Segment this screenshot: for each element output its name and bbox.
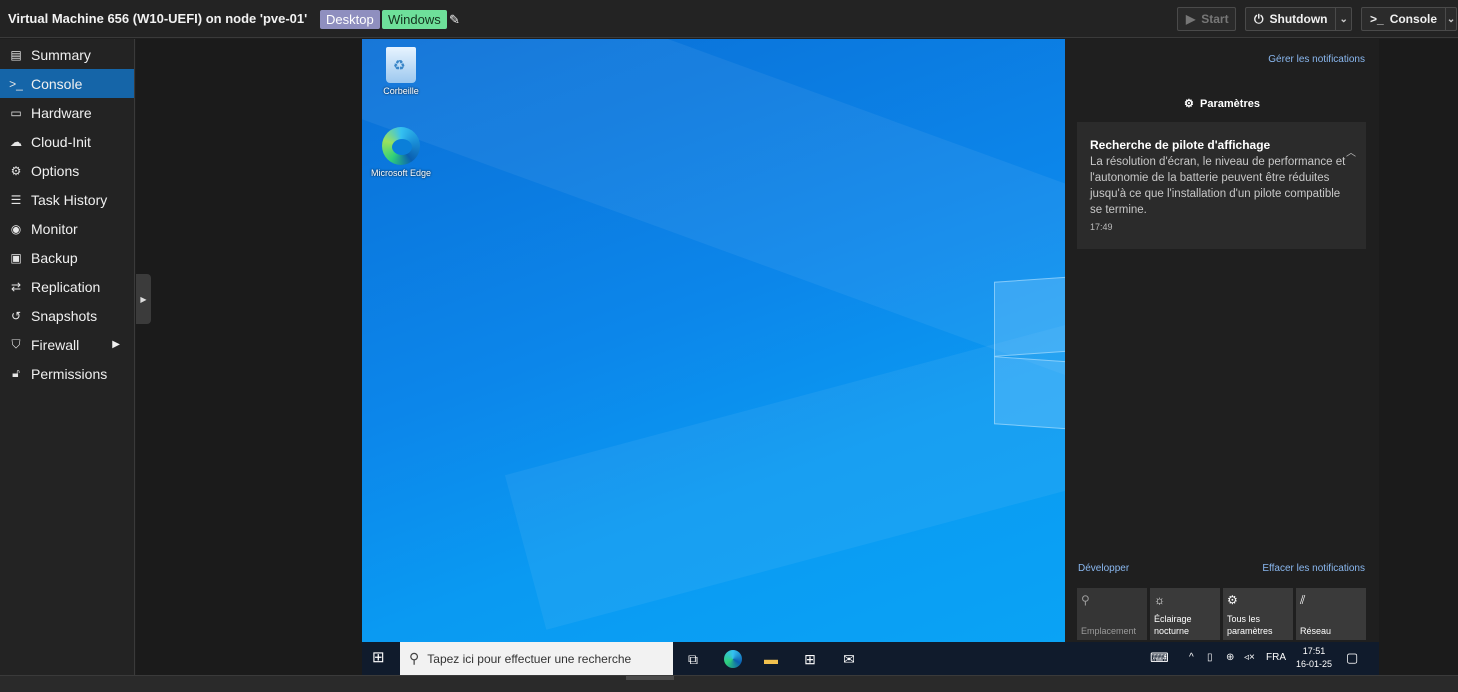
task-view-icon[interactable]: ⧉: [682, 648, 704, 670]
notification-center-icon[interactable]: ▢: [1346, 650, 1358, 666]
logo-pane: [994, 356, 1065, 430]
shutdown-button[interactable]: ⏻ Shutdown ⌄: [1245, 7, 1352, 31]
shield-icon: ⛉: [11, 337, 21, 351]
windows-taskbar: ⊞ ⚲ Tapez ici pour effectuer une recherc…: [362, 642, 1379, 675]
search-icon: ⚲: [409, 650, 420, 666]
edge-icon: [382, 127, 420, 165]
action-center: Gérer les notifications ⚙ Paramètres Rec…: [1065, 39, 1379, 642]
notification-body: La résolution d'écran, le niveau de perf…: [1090, 156, 1346, 216]
console-button[interactable]: >_ Console ⌄: [1361, 7, 1457, 31]
quick-action-location[interactable]: ⚲ Emplacement: [1077, 588, 1147, 640]
sidebar-item-console[interactable]: >_ Console: [0, 69, 134, 98]
play-icon: ▶: [1186, 12, 1196, 26]
device-icon[interactable]: ▯: [1207, 652, 1213, 663]
store-icon[interactable]: ⊞: [799, 648, 821, 670]
globe-icon[interactable]: ⊕: [1226, 652, 1234, 663]
sidebar: ▤ Summary >_ Console ▭ Hardware ☁ Cloud-Init…: [0, 39, 135, 675]
monitor-icon: ▭: [10, 105, 22, 120]
file-explorer-icon[interactable]: ▬: [760, 648, 782, 670]
collapse-handle[interactable]: ▶: [136, 274, 151, 324]
vm-console-screen[interactable]: Corbeille Microsoft Edge Gérer les notif…: [362, 39, 1379, 675]
quick-action-network[interactable]: ⫽ Réseau: [1296, 588, 1366, 640]
edit-tags-icon[interactable]: ✎: [449, 12, 463, 27]
eye-icon: ◉: [10, 221, 22, 236]
recycle-bin-icon: [386, 47, 416, 83]
expand-link[interactable]: Développer: [1078, 563, 1129, 574]
sidebar-item-snapshots[interactable]: ↺ Snapshots: [0, 301, 134, 330]
network-icon: ⫽: [1300, 593, 1306, 607]
sidebar-item-hardware[interactable]: ▭ Hardware: [0, 98, 134, 127]
sidebar-item-options[interactable]: ⚙ Options: [0, 156, 134, 185]
windows-start-icon[interactable]: ⊞: [372, 650, 388, 666]
location-icon: ⚲: [1081, 593, 1090, 607]
floppy-icon: ▣: [10, 250, 22, 265]
sidebar-item-backup[interactable]: ▣ Backup: [0, 243, 134, 272]
retweet-icon: ⇄: [10, 279, 22, 294]
quick-action-night-light[interactable]: ☼ Éclairage nocturne: [1150, 588, 1220, 640]
history-icon: ↺: [10, 308, 22, 323]
notification-time: 17:49: [1090, 222, 1113, 232]
sidebar-item-permissions[interactable]: 🔓︎ Permissions: [0, 359, 134, 388]
page-title: Virtual Machine 656 (W10-UEFI) on node '…: [8, 11, 308, 26]
edge-taskbar-icon[interactable]: [722, 648, 744, 670]
book-icon: ▤: [10, 47, 22, 62]
taskbar-search-input[interactable]: ⚲ Tapez ici pour effectuer une recherche: [400, 642, 673, 675]
notification-group-title: ⚙ Paramètres: [1184, 98, 1260, 110]
quick-action-settings[interactable]: ⚙ Tous les paramètres: [1223, 588, 1293, 640]
caret-right-icon: ▶: [112, 339, 120, 350]
unlock-icon: 🔓︎: [12, 366, 20, 380]
taskbar-clock[interactable]: 17:51 16-01-25: [1292, 645, 1336, 671]
gear-icon: ⚙: [1184, 98, 1194, 110]
sidebar-item-monitor[interactable]: ◉ Monitor: [0, 214, 134, 243]
console-padding-left: [136, 39, 362, 675]
speaker-muted-icon[interactable]: ◃×: [1244, 652, 1255, 663]
tag-windows[interactable]: Windows: [382, 10, 447, 29]
top-toolbar: Virtual Machine 656 (W10-UEFI) on node '…: [0, 0, 1458, 38]
resize-handle[interactable]: [626, 676, 674, 680]
sun-icon: ☼: [1154, 593, 1165, 607]
terminal-icon: >_: [1370, 12, 1384, 26]
chevron-up-icon[interactable]: ^: [1189, 652, 1194, 663]
list-icon: ☰: [10, 192, 22, 207]
chevron-up-icon[interactable]: ︿: [1346, 144, 1356, 159]
sidebar-item-task-history[interactable]: ☰ Task History: [0, 185, 134, 214]
sidebar-item-firewall[interactable]: ⛉ Firewall ▶: [0, 330, 134, 359]
desktop-icon-recycle-bin[interactable]: Corbeille: [366, 47, 436, 96]
gear-icon: ⚙: [10, 163, 22, 178]
language-indicator[interactable]: FRA: [1266, 652, 1286, 663]
start-button[interactable]: ▶ Start: [1177, 7, 1236, 31]
manage-notifications-link[interactable]: Gérer les notifications: [1268, 54, 1365, 65]
gear-icon: ⚙: [1227, 593, 1238, 607]
notification-title: Recherche de pilote d'affichage: [1090, 138, 1271, 152]
console-padding-right: [1379, 39, 1458, 675]
tag-desktop[interactable]: Desktop: [320, 10, 380, 29]
keyboard-icon[interactable]: ⌨: [1150, 650, 1169, 666]
sidebar-item-summary[interactable]: ▤ Summary: [0, 40, 134, 69]
terminal-icon: >_: [9, 76, 23, 91]
cloud-icon: ☁: [10, 134, 22, 149]
logo-pane: [994, 276, 1065, 357]
desktop-icon-edge[interactable]: Microsoft Edge: [366, 127, 436, 178]
windows-desktop[interactable]: Corbeille Microsoft Edge: [362, 39, 1065, 642]
windows-logo: [994, 276, 1065, 439]
sidebar-item-cloud-init[interactable]: ☁ Cloud-Init: [0, 127, 134, 156]
status-bar: [0, 675, 1458, 692]
sidebar-item-replication[interactable]: ⇄ Replication: [0, 272, 134, 301]
power-icon: ⏻: [1254, 11, 1264, 26]
notification-card[interactable]: Recherche de pilote d'affichage La résol…: [1077, 122, 1366, 249]
mail-icon[interactable]: ✉: [838, 648, 860, 670]
clear-notifications-link[interactable]: Effacer les notifications: [1262, 563, 1365, 574]
chevron-down-icon[interactable]: ⌄: [1445, 8, 1456, 30]
chevron-down-icon[interactable]: ⌄: [1335, 8, 1351, 30]
